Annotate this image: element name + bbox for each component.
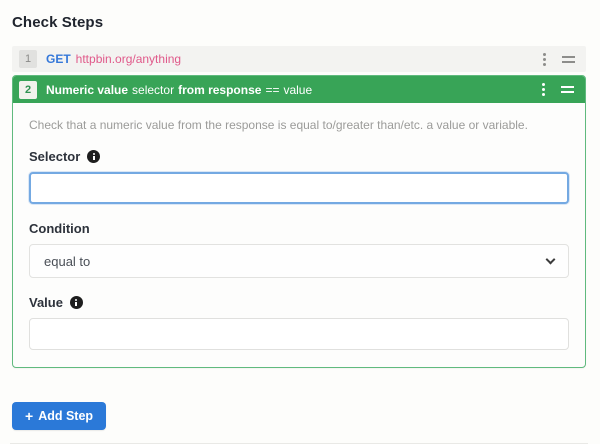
plus-icon: +	[25, 408, 34, 424]
info-icon[interactable]	[87, 150, 101, 163]
request-url-label: httpbin.org/anything	[75, 52, 182, 66]
step-card-2-body: Check that a numeric value from the resp…	[13, 103, 585, 367]
info-icon[interactable]	[69, 296, 83, 309]
kebab-menu-icon[interactable]	[540, 81, 547, 98]
selector-input[interactable]	[29, 172, 569, 204]
value-label: Value	[29, 295, 63, 310]
step-number-badge: 2	[19, 80, 37, 99]
condition-label-row: Condition	[29, 221, 569, 236]
step-row-actions	[540, 81, 576, 98]
kebab-menu-icon[interactable]	[541, 51, 548, 68]
value-input[interactable]	[29, 318, 569, 350]
step-card-2: 2 Numeric value selector from response =…	[12, 75, 586, 368]
step-description: Check that a numeric value from the resp…	[29, 118, 528, 132]
equality-operator: ==	[265, 82, 280, 97]
check-steps-panel: Check Steps 1 GET httpbin.org/anything 2…	[0, 0, 600, 444]
value-field-group: Value	[29, 295, 569, 350]
step-row-actions	[541, 51, 577, 68]
selector-label-row: Selector	[29, 149, 569, 164]
chevron-down-icon	[545, 254, 556, 265]
condition-selected-value: equal to	[44, 253, 91, 269]
drag-handle-icon[interactable]	[560, 54, 577, 65]
page-title: Check Steps	[12, 14, 104, 31]
step-card-2-header[interactable]: 2 Numeric value selector from response =…	[13, 76, 585, 103]
drag-handle-icon[interactable]	[559, 84, 576, 95]
http-method-label: GET	[46, 52, 71, 66]
condition-select[interactable]: equal to	[29, 244, 569, 278]
add-step-button[interactable]: + Add Step	[12, 402, 107, 430]
selector-label: Selector	[29, 149, 81, 164]
step-row-1[interactable]: 1 GET httpbin.org/anything	[12, 46, 586, 72]
value-label-row: Value	[29, 295, 569, 310]
condition-label: Condition	[29, 221, 90, 236]
step-title-part: selector	[132, 82, 175, 97]
step-number-badge: 1	[19, 50, 37, 68]
add-step-label: Add Step	[38, 409, 94, 423]
step-title-part: value	[283, 82, 313, 97]
step-title: Numeric value selector from response == …	[46, 83, 312, 97]
step-title-part: Numeric value	[46, 82, 129, 97]
condition-field-group: Condition equal to	[29, 221, 569, 278]
step-title-part: from response	[178, 82, 262, 97]
selector-field-group: Selector	[29, 149, 569, 204]
